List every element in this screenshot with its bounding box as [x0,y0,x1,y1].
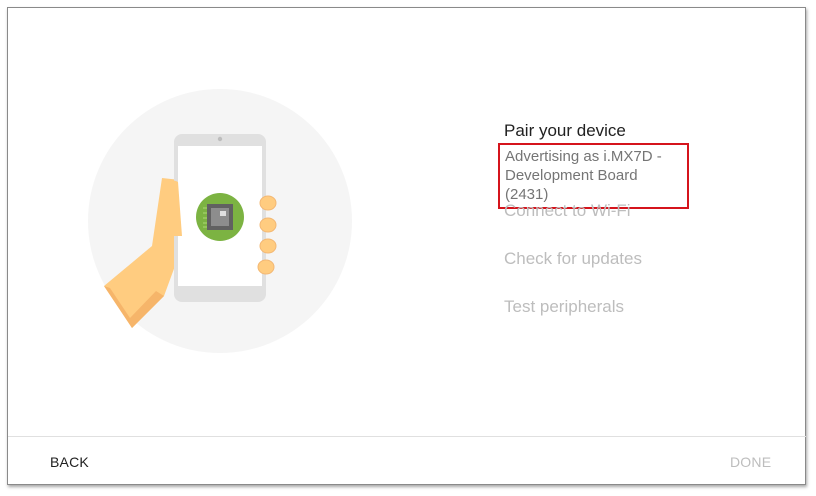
done-button[interactable]: DONE [730,454,771,470]
back-button[interactable]: BACK [50,454,89,470]
advertising-status-line2: Development Board (2431) [505,167,638,203]
step-test-peripherals: Test peripherals [504,297,625,316]
step-pair-device-title: Pair your device [504,121,626,140]
step-check-updates: Check for updates [504,249,642,268]
setup-steps-list: Pair your device Advertising as i.MX7D -… [498,121,794,316]
step-connect-wifi: Connect to Wi-Fi [504,201,631,220]
chip-icon [196,193,244,241]
advertising-status-box: Advertising as i.MX7D - Development Boar… [498,143,689,209]
footer-divider [8,436,806,437]
advertising-status-line1: Advertising as i.MX7D - [505,148,662,165]
pairing-illustration [88,89,352,353]
